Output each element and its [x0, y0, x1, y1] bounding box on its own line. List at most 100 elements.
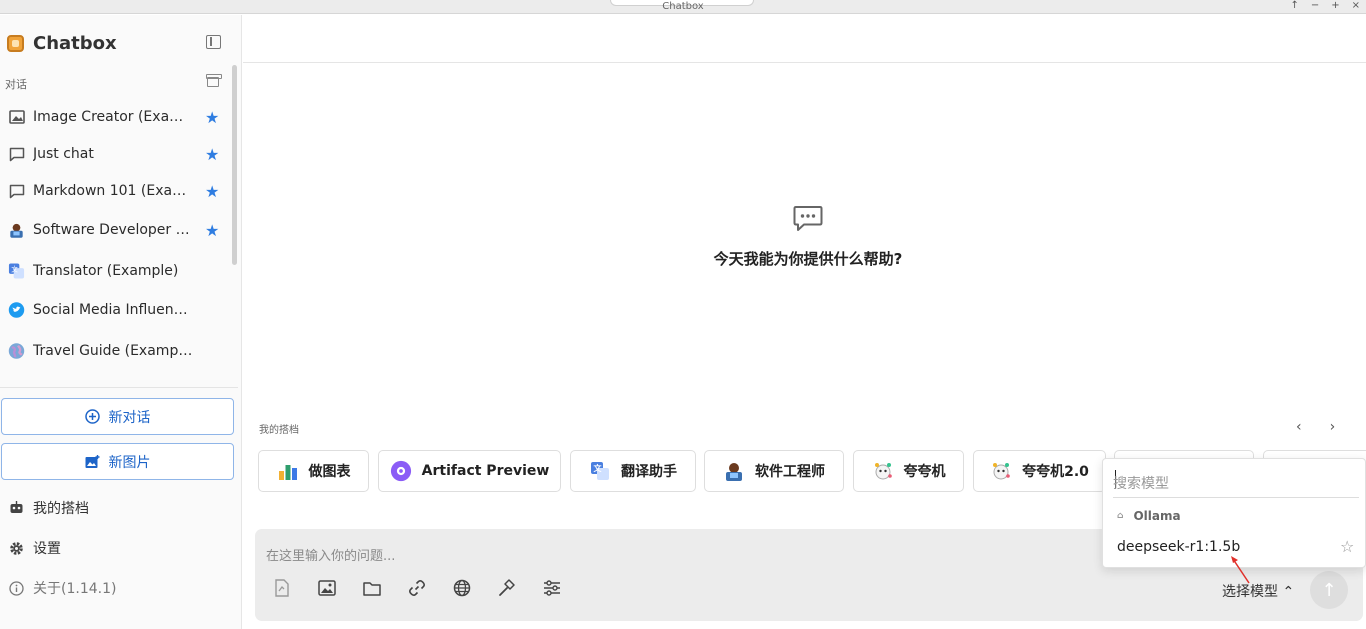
conversation-item[interactable]: Markdown 101 (Example) ★	[0, 173, 232, 209]
copilot-chip-label: 翻译助手	[621, 464, 677, 480]
conversation-label: Image Creator (Example)	[33, 109, 193, 125]
image-icon	[8, 109, 25, 126]
conversation-label: Travel Guide (Example)	[33, 343, 193, 359]
model-option[interactable]: deepseek-r1:1.5b	[1117, 539, 1240, 555]
window-controls: ↑ − + ×	[1290, 0, 1360, 12]
sidebar-divider	[0, 387, 238, 388]
window-close-button[interactable]: ×	[1352, 0, 1360, 12]
copilot-carousel-nav: ‹ ›	[1296, 419, 1335, 435]
globe-icon[interactable]	[452, 578, 472, 598]
conversation-list: Image Creator (Example) ★ Just chat ★ Ma…	[0, 97, 232, 387]
add-image-icon	[85, 454, 100, 469]
copilot-chip[interactable]: 文 翻译助手	[570, 450, 696, 492]
star-outline-icon[interactable]: ☆	[1340, 537, 1354, 556]
conversation-item[interactable]: Just chat ★	[0, 136, 232, 172]
model-group-label: Ollama	[1133, 509, 1181, 523]
praise-bot-icon	[990, 460, 1012, 482]
globe-icon	[8, 343, 25, 360]
translator-icon: 文	[8, 263, 25, 280]
star-icon[interactable]: ★	[205, 221, 219, 240]
conversation-item[interactable]: 文 Translator (Example)	[0, 253, 232, 289]
folder-icon[interactable]	[362, 578, 382, 598]
svg-text:文: 文	[594, 463, 603, 473]
translator-icon: 文	[589, 460, 611, 482]
copilot-chip[interactable]: 夸夸机2.0	[973, 450, 1106, 492]
robot-icon	[9, 501, 24, 516]
conversation-label: Software Developer (Example)	[33, 222, 193, 238]
new-image-label: 新图片	[108, 454, 151, 471]
conversation-item[interactable]: Software Developer (Example) ★	[0, 212, 232, 248]
star-icon[interactable]: ★	[205, 145, 219, 164]
bar-chart-icon	[277, 460, 299, 482]
archive-icon[interactable]	[206, 74, 222, 87]
new-chat-button[interactable]: 新对话	[1, 398, 234, 435]
dropdown-divider	[1113, 497, 1359, 498]
message-input[interactable]: 在这里输入你的问题...	[266, 545, 395, 564]
conversation-label: Translator (Example)	[33, 263, 179, 279]
conversation-label: Markdown 101 (Example)	[33, 183, 193, 199]
model-group-header: ⌂ Ollama	[1117, 509, 1181, 523]
window-titlebar: Chatbox ↑ − + ×	[0, 0, 1366, 14]
copilot-chip[interactable]: Artifact Preview	[378, 450, 561, 492]
my-copilots-label: 我的搭档	[33, 501, 89, 517]
copilot-chip[interactable]: 做图表	[258, 450, 369, 492]
chat-bubble-icon	[8, 183, 25, 200]
window-minimize-button[interactable]: −	[1311, 0, 1319, 12]
chat-bubble-icon	[8, 146, 25, 163]
copilot-chip-label: Artifact Preview	[421, 463, 550, 479]
twitter-icon	[8, 302, 25, 319]
copilot-chip-label: 软件工程师	[755, 464, 825, 480]
window-maximize-button[interactable]: +	[1331, 0, 1339, 12]
plus-circle-icon	[84, 409, 100, 424]
collapse-sidebar-icon[interactable]	[206, 35, 221, 49]
hammer-icon[interactable]	[497, 578, 517, 598]
ollama-icon: ⌂	[1117, 511, 1124, 521]
gear-icon	[9, 541, 24, 556]
copilot-chip[interactable]: 夸夸机	[853, 450, 964, 492]
carousel-prev-icon[interactable]: ‹	[1296, 419, 1302, 435]
praise-bot-icon	[872, 460, 894, 482]
star-icon[interactable]: ★	[205, 108, 219, 127]
brand: Chatbox	[7, 32, 117, 54]
send-button[interactable]: ↑	[1310, 571, 1348, 609]
conversation-item[interactable]: Social Media Influencer (Example)	[0, 292, 232, 328]
chatbox-logo-icon	[7, 34, 24, 52]
sidebar: Chatbox 对话 Image Creator (Example) ★ Jus…	[0, 15, 242, 629]
developer-avatar-icon	[8, 222, 25, 239]
input-toolbar	[272, 578, 587, 598]
copilot-chip-label: 夸夸机	[903, 464, 946, 480]
conversation-label: Social Media Influencer (Example)	[33, 302, 193, 318]
window-title: Chatbox	[662, 1, 704, 12]
copilots-section-label: 我的搭档	[259, 425, 299, 436]
my-copilots-menu-item[interactable]: 我的搭档	[0, 493, 238, 523]
settings-menu-item[interactable]: 设置	[0, 533, 238, 563]
window-up-button[interactable]: ↑	[1290, 0, 1298, 12]
artifact-icon	[390, 460, 412, 482]
conversations-section-label: 对话	[5, 78, 27, 91]
chat-dots-icon	[793, 205, 823, 231]
new-image-button[interactable]: 新图片	[1, 443, 234, 480]
star-icon[interactable]: ★	[205, 182, 219, 201]
attach-file-icon[interactable]	[272, 578, 292, 598]
sliders-icon[interactable]	[542, 578, 562, 598]
new-chat-label: 新对话	[108, 409, 151, 426]
model-search-input[interactable]: 搜索模型	[1113, 473, 1169, 493]
copilot-chip-label: 夸夸机2.0	[1022, 464, 1089, 480]
about-menu-item[interactable]: 关于(1.14.1)	[0, 573, 238, 603]
copilot-chip[interactable]: 软件工程师	[704, 450, 844, 492]
conversation-item[interactable]: Travel Guide (Example)	[0, 333, 232, 369]
about-label: 关于(1.14.1)	[33, 581, 117, 597]
carousel-next-icon[interactable]: ›	[1330, 419, 1336, 435]
image-icon[interactable]	[317, 578, 337, 598]
annotation-arrow-icon	[1231, 556, 1250, 584]
app-name: Chatbox	[33, 32, 117, 54]
settings-label: 设置	[33, 541, 61, 557]
conversation-item[interactable]: Image Creator (Example) ★	[0, 99, 232, 135]
copilot-chip-label: 做图表	[308, 464, 351, 480]
conversation-label: Just chat	[33, 146, 94, 162]
link-icon[interactable]	[407, 578, 427, 598]
developer-avatar-icon	[723, 460, 745, 482]
model-dropdown: 搜索模型 ⌂ Ollama deepseek-r1:1.5b ☆	[1102, 458, 1366, 568]
sidebar-scrollbar[interactable]	[232, 65, 237, 265]
info-icon	[9, 580, 24, 596]
